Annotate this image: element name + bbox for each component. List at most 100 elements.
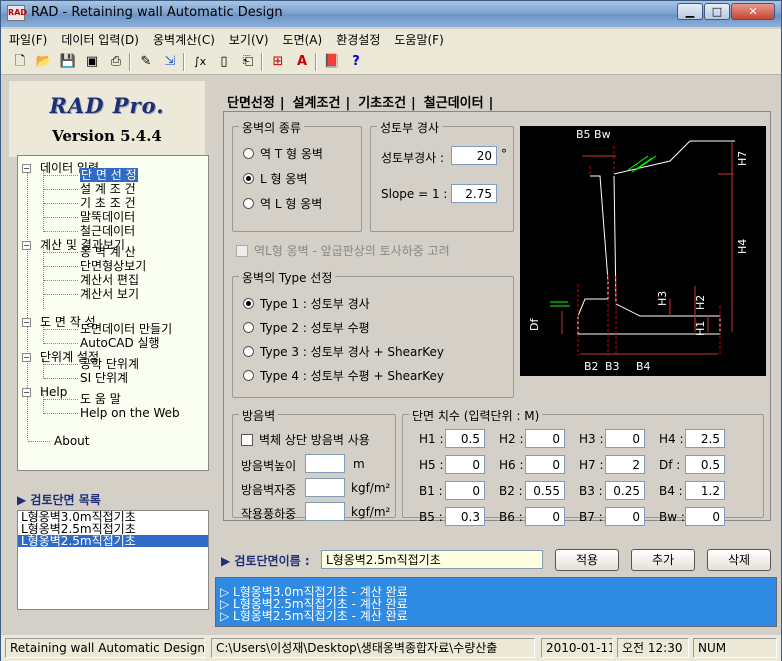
- edit-data-icon[interactable]: ✎: [137, 53, 155, 71]
- radio-l-type[interactable]: L 형 옹벽: [243, 170, 307, 187]
- tree-item-help-doc[interactable]: 도 움 말: [80, 392, 121, 406]
- menu-file[interactable]: 파일(F): [1, 29, 53, 48]
- delete-button[interactable]: 삭제: [707, 549, 771, 571]
- tab-section-select[interactable]: 단면선정: [223, 87, 289, 111]
- barrier-height-input[interactable]: [305, 454, 345, 473]
- help-icon[interactable]: ?: [347, 53, 365, 71]
- dim-input[interactable]: 0: [445, 455, 485, 474]
- list-item-selected[interactable]: L형옹벽2.5m직접기초: [18, 535, 208, 547]
- dim-b2-label: B2: [584, 360, 599, 373]
- status-time: 오전 12:30: [617, 638, 689, 658]
- radio-type-4[interactable]: Type 4 : 성토부 수평 + ShearKey: [243, 367, 444, 384]
- tree-help[interactable]: − Help: [22, 385, 67, 399]
- barrier-weight-input[interactable]: [305, 478, 345, 497]
- dim-label: H5 :: [419, 458, 444, 472]
- radio-indicator[interactable]: [243, 370, 254, 381]
- tree-about[interactable]: About: [54, 434, 89, 448]
- radio-type-3[interactable]: Type 3 : 성토부 경사 + ShearKey: [243, 343, 444, 360]
- radio-indicator-checked[interactable]: [243, 298, 254, 309]
- dim-input[interactable]: 0: [605, 429, 645, 448]
- tree-item-report-view[interactable]: 계산서 보기: [80, 287, 139, 301]
- tree-item-foundation-condition[interactable]: 기 초 조 건: [80, 196, 136, 210]
- tree-item-si-unit[interactable]: SI 단위계: [80, 371, 128, 385]
- tree-item-design-condition[interactable]: 설 계 조 건: [80, 182, 136, 196]
- tree-item-section-view[interactable]: 단면형상보기: [80, 259, 146, 273]
- radio-inverted-l[interactable]: 역 L 형 옹벽: [243, 195, 322, 212]
- radio-indicator[interactable]: [243, 198, 254, 209]
- add-button[interactable]: 추가: [631, 549, 695, 571]
- radio-type-1[interactable]: Type 1 : 성토부 경사: [243, 295, 370, 312]
- tab-rebar-data[interactable]: 철근데이터: [420, 87, 498, 111]
- dim-input[interactable]: 2: [605, 455, 645, 474]
- report-icon[interactable]: ▯: [215, 53, 233, 71]
- slope-angle-input[interactable]: 20: [451, 146, 497, 165]
- barrier-checkbox[interactable]: 벽체 상단 방음벽 사용: [241, 431, 370, 448]
- review-list[interactable]: L형옹벽3.0m직접기초 L형옹벽2.5m직접기초 L형옹벽2.5m직접기초: [17, 510, 209, 610]
- checkbox-box[interactable]: [236, 245, 248, 257]
- barrier-weight-label: 방음벽자중: [241, 483, 297, 497]
- radio-indicator[interactable]: [243, 346, 254, 357]
- tree-item-make-drawing-data[interactable]: 도면데이터 만들기: [80, 322, 172, 336]
- tab-foundation-condition[interactable]: 기초조건: [354, 87, 420, 111]
- dim-input[interactable]: 0: [525, 455, 565, 474]
- radio-type-2[interactable]: Type 2 : 성토부 수평: [243, 319, 370, 336]
- close-button[interactable]: ✕: [731, 3, 775, 20]
- title-bar[interactable]: RAD RAD - Retaining wall Automatic Desig…: [1, 1, 781, 27]
- toolbar-separator: [315, 53, 317, 71]
- dim-input[interactable]: 1.2: [685, 481, 725, 500]
- book-icon[interactable]: 📕: [323, 53, 341, 71]
- minimize-button[interactable]: ▁: [677, 3, 703, 20]
- degree-unit: °: [501, 147, 507, 161]
- dim-input[interactable]: 0: [445, 481, 485, 500]
- tree-item-pile-data[interactable]: 말뚝데이터: [80, 210, 135, 224]
- new-file-icon[interactable]: 🗋: [11, 53, 29, 71]
- radio-inverted-t[interactable]: 역 T 형 옹벽: [243, 145, 323, 162]
- tree-item-section-select[interactable]: 단 면 선 정: [80, 168, 138, 182]
- menu-settings[interactable]: 환경설정: [328, 29, 386, 48]
- apply-button[interactable]: 적용: [555, 549, 619, 571]
- input-icon[interactable]: ⇲: [161, 53, 179, 71]
- tab-design-condition[interactable]: 설계조건: [289, 87, 355, 111]
- dim-input[interactable]: 0: [525, 429, 565, 448]
- message-log[interactable]: ▷ L형옹벽3.0m직접기초 - 계산 완료 ▷ L형옹벽2.5m직접기초 - …: [215, 577, 777, 627]
- menu-data-input[interactable]: 데이터 입력(D): [53, 29, 145, 48]
- dim-input[interactable]: 0.5: [445, 429, 485, 448]
- tree-item-engineering-unit[interactable]: 공학 단위계: [80, 357, 139, 371]
- tree-item-rebar-data[interactable]: 철근데이터: [80, 224, 135, 238]
- print-icon[interactable]: ⎙: [107, 53, 125, 71]
- calculate-icon[interactable]: ∫x: [191, 53, 209, 71]
- dim-input[interactable]: 0.5: [685, 455, 725, 474]
- dim-input[interactable]: 0.25: [605, 481, 645, 500]
- reverse-l-checkbox[interactable]: 역L형 옹벽 - 앞굽판상의 토사하중 고려: [236, 242, 450, 259]
- checkbox-box[interactable]: [241, 434, 253, 446]
- section-name-input[interactable]: L형옹벽2.5m직접기초: [321, 550, 543, 569]
- open-folder-icon[interactable]: 📂: [35, 53, 53, 71]
- tree-item-report-edit[interactable]: 계산서 편집: [80, 273, 139, 287]
- preview-icon[interactable]: ⎗: [239, 53, 257, 71]
- dim-input[interactable]: 0.3: [445, 507, 485, 526]
- dim-input[interactable]: 0: [525, 507, 565, 526]
- wind-load-input[interactable]: [305, 502, 345, 521]
- dim-input[interactable]: 0: [605, 507, 645, 526]
- left-pane: RAD Pro. Version 5.4.4 − 데이터 입력 단 면 선 정 설…: [9, 81, 209, 629]
- dim-input[interactable]: 0: [685, 507, 725, 526]
- menu-help[interactable]: 도움말(F): [386, 29, 449, 48]
- tree-item-run-autocad[interactable]: AutoCAD 실행: [80, 336, 160, 350]
- radio-indicator-checked[interactable]: [243, 173, 254, 184]
- radio-indicator[interactable]: [243, 148, 254, 159]
- maximize-button[interactable]: □: [704, 3, 730, 20]
- radio-indicator[interactable]: [243, 322, 254, 333]
- save-icon[interactable]: 💾: [59, 53, 77, 71]
- tree-item-help-web[interactable]: Help on the Web: [80, 406, 180, 420]
- logo-area: RAD Pro. Version 5.4.4: [9, 81, 205, 157]
- slope-ratio-input[interactable]: 2.75: [451, 184, 497, 203]
- menu-view[interactable]: 보기(V): [221, 29, 275, 48]
- tree-item-wall-calc[interactable]: 옹 벽 계 산: [80, 245, 136, 259]
- dim-input[interactable]: 2.5: [685, 429, 725, 448]
- save-all-icon[interactable]: ▣: [83, 53, 101, 71]
- menu-drawing[interactable]: 도면(A): [275, 29, 329, 48]
- autocad-icon[interactable]: A: [293, 53, 311, 71]
- drawing-icon[interactable]: ⊞: [269, 53, 287, 71]
- dim-input[interactable]: 0.55: [525, 481, 565, 500]
- menu-calc[interactable]: 옹벽계산(C): [145, 29, 221, 48]
